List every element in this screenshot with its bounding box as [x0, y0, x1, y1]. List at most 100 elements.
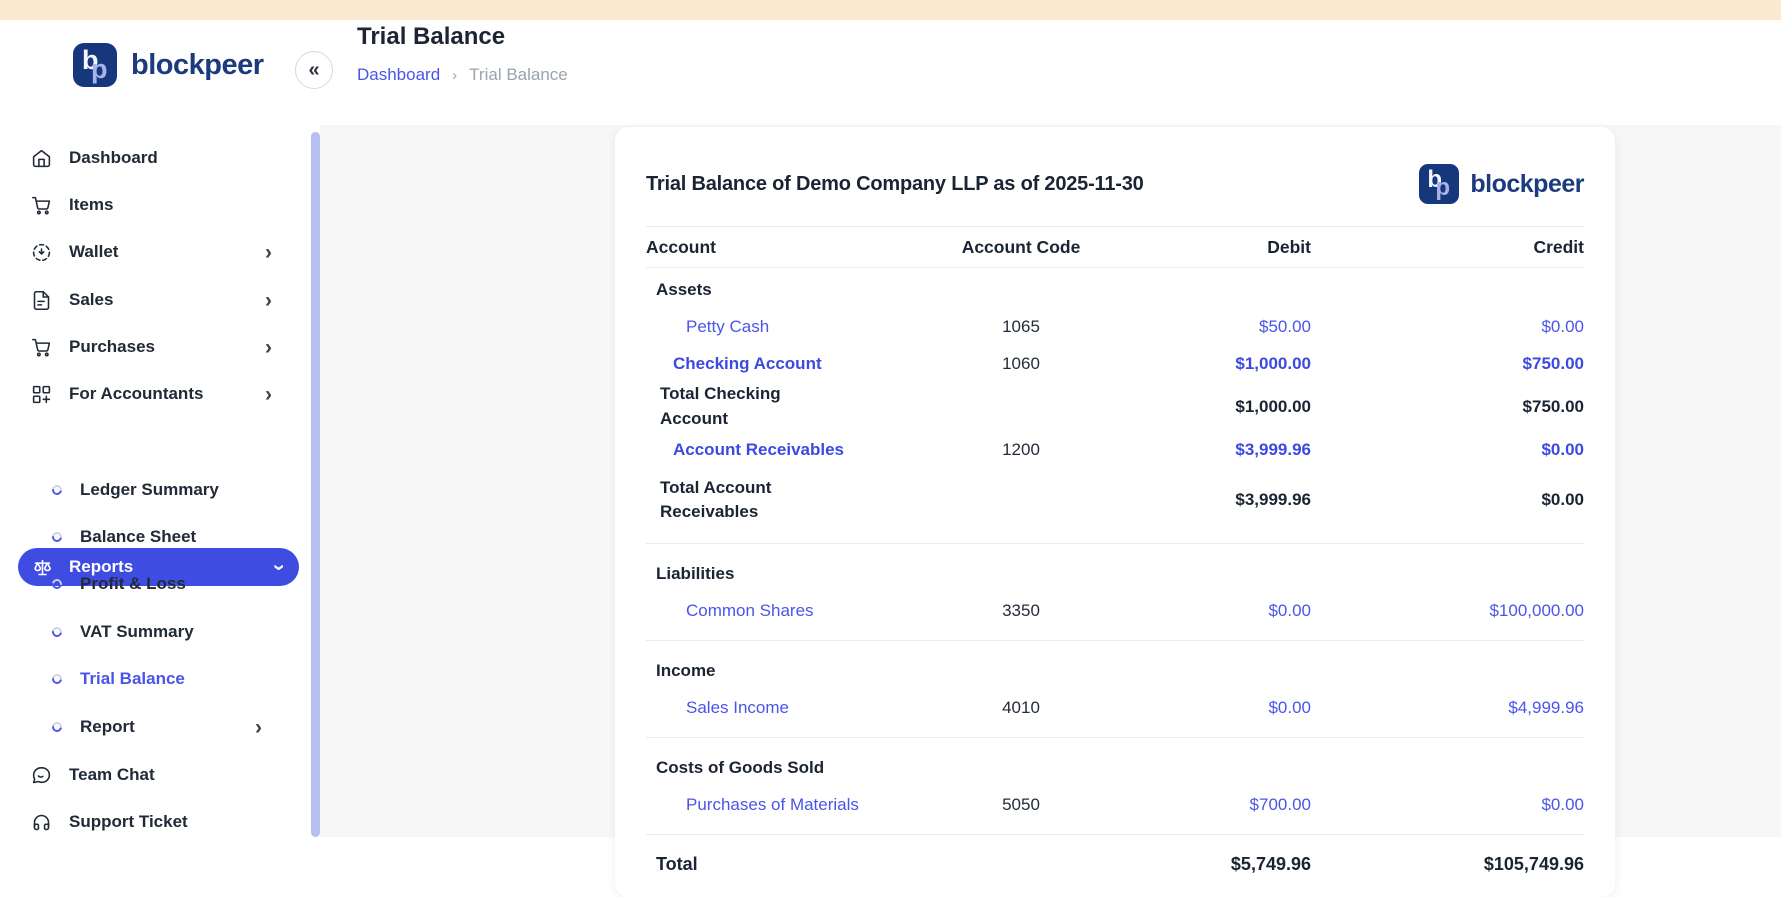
sidebar-item-team-chat[interactable]: Team Chat — [0, 755, 300, 795]
breadcrumb: Dashboard › Trial Balance — [357, 65, 568, 85]
sidebar-item-trial-balance[interactable]: Trial Balance — [0, 659, 300, 699]
wallet-scan-icon — [30, 241, 52, 263]
chevron-right-icon: › — [265, 337, 272, 358]
sidebar-item-purchases[interactable]: Purchases › — [0, 327, 300, 367]
divider — [646, 640, 1584, 641]
credit-value: $0.00 — [1311, 440, 1584, 460]
logo-letter-p: p — [91, 54, 108, 85]
account-code: 1065 — [936, 317, 1106, 337]
breadcrumb-dashboard-link[interactable]: Dashboard — [357, 65, 440, 85]
account-link[interactable]: Common Shares — [646, 601, 936, 621]
breadcrumb-separator-icon: › — [452, 67, 457, 84]
sidebar-collapse-button[interactable]: « — [295, 51, 333, 89]
sidebar-item-balance-sheet[interactable]: Balance Sheet — [0, 517, 300, 557]
bullet-icon — [50, 672, 64, 686]
credit-value: $4,999.96 — [1311, 698, 1584, 718]
home-icon — [30, 147, 52, 169]
debit-value: $0.00 — [1106, 601, 1311, 621]
bullet-icon — [50, 577, 64, 591]
debit-value: $3,999.96 — [1106, 440, 1311, 460]
account-code: 4010 — [936, 698, 1106, 718]
blockpeer-logo-icon: b p — [73, 43, 117, 87]
account-code: 3350 — [936, 601, 1106, 621]
account-code: 1060 — [936, 354, 1106, 374]
sidebar-item-label: Dashboard — [69, 148, 158, 168]
grand-total-credit: $105,749.96 — [1311, 854, 1584, 875]
sidebar-subitem-label: Report — [80, 717, 135, 737]
credit-value: $0.00 — [1311, 490, 1584, 510]
bullet-icon — [50, 720, 64, 734]
account-row-purchases-of-materials: Purchases of Materials 5050 $700.00 $0.0… — [646, 786, 1584, 823]
debit-value: $0.00 — [1106, 698, 1311, 718]
section-row-assets: Assets — [646, 271, 1584, 308]
account-row-petty-cash: Petty Cash 1065 $50.00 $0.00 — [646, 308, 1584, 345]
sidebar-item-items[interactable]: Items — [0, 185, 300, 225]
credit-value: $750.00 — [1311, 354, 1584, 374]
sidebar-subitem-label: Ledger Summary — [80, 480, 219, 500]
grid-plus-icon — [30, 383, 52, 405]
grand-total-label: Total — [646, 854, 936, 875]
sidebar-item-label: Support Ticket — [69, 812, 188, 832]
section-label: Income — [646, 661, 936, 681]
sidebar-item-sales[interactable]: Sales › — [0, 280, 300, 320]
sidebar-item-for-accountants[interactable]: For Accountants › — [0, 374, 300, 414]
column-header-account: Account — [646, 237, 936, 258]
chevron-right-icon: › — [265, 290, 272, 311]
sidebar: Dashboard Items Wallet › Sales › Purchas… — [0, 125, 320, 837]
sidebar-subitem-label: Balance Sheet — [80, 527, 196, 547]
subtotal-row-account-receivables: Total Account Receivables $3,999.96 $0.0… — [646, 468, 1584, 532]
brand-wordmark: blockpeer — [1470, 170, 1584, 199]
divider — [646, 737, 1584, 738]
column-header-debit: Debit — [1106, 237, 1311, 258]
account-code: 5050 — [936, 795, 1106, 815]
grand-total-debit: $5,749.96 — [1106, 854, 1311, 875]
divider — [646, 834, 1584, 835]
section-label: Costs of Goods Sold — [646, 758, 936, 778]
sidebar-item-wallet[interactable]: Wallet › — [0, 232, 300, 272]
account-link[interactable]: Petty Cash — [646, 317, 936, 337]
top-banner — [0, 0, 1781, 20]
account-row-checking-account: Checking Account 1060 $1,000.00 $750.00 — [646, 345, 1584, 382]
section-row-costs-of-goods-sold: Costs of Goods Sold — [646, 749, 1584, 786]
grand-total-row: Total $5,749.96 $105,749.96 — [646, 846, 1584, 883]
logo-letter-p: p — [1435, 174, 1450, 202]
sidebar-subitem-label: VAT Summary — [80, 622, 194, 642]
sidebar-item-dashboard[interactable]: Dashboard — [0, 138, 300, 178]
section-row-income: Income — [646, 652, 1584, 689]
subtotal-label: Total Checking Account — [646, 382, 821, 431]
sidebar-item-label: Sales — [69, 290, 113, 310]
sidebar-item-report[interactable]: Report › — [0, 707, 300, 747]
cart-icon — [30, 194, 52, 216]
sidebar-item-ledger-summary[interactable]: Ledger Summary — [0, 470, 300, 510]
app-logo[interactable]: b p blockpeer — [73, 43, 264, 87]
account-code: 1200 — [936, 440, 1106, 460]
sidebar-scrollbar[interactable] — [311, 132, 320, 837]
credit-value: $0.00 — [1311, 795, 1584, 815]
debit-value: $700.00 — [1106, 795, 1311, 815]
sidebar-item-label: Items — [69, 195, 113, 215]
chevron-right-icon: › — [265, 384, 272, 405]
table-body: Assets Petty Cash 1065 $50.00 $0.00 Chec… — [646, 268, 1584, 883]
sidebar-subitem-label: Profit & Loss — [80, 574, 186, 594]
section-label: Assets — [646, 280, 936, 300]
account-link[interactable]: Purchases of Materials — [646, 795, 936, 815]
sidebar-item-profit-loss[interactable]: Profit & Loss — [0, 564, 300, 604]
sidebar-item-support-ticket[interactable]: Support Ticket — [0, 802, 300, 842]
account-link[interactable]: Sales Income — [646, 698, 936, 718]
brand-wordmark: blockpeer — [131, 49, 264, 82]
section-label: Liabilities — [646, 564, 936, 584]
account-link[interactable]: Checking Account — [646, 354, 936, 374]
sidebar-subitem-label: Trial Balance — [80, 669, 185, 689]
report-logo: b p blockpeer — [1419, 164, 1584, 204]
debit-value: $3,999.96 — [1106, 490, 1311, 510]
column-header-account-code: Account Code — [936, 237, 1106, 258]
subtotal-row-checking-account: Total Checking Account $1,000.00 $750.00 — [646, 382, 1584, 431]
account-link[interactable]: Account Receivables — [646, 440, 936, 460]
breadcrumb-current: Trial Balance — [469, 65, 568, 85]
subtotal-label: Total Account Receivables — [646, 476, 821, 525]
chevron-right-icon: › — [265, 242, 272, 263]
invoice-icon — [30, 289, 52, 311]
sidebar-item-vat-summary[interactable]: VAT Summary — [0, 612, 300, 652]
debit-value: $50.00 — [1106, 317, 1311, 337]
cart-icon — [30, 336, 52, 358]
